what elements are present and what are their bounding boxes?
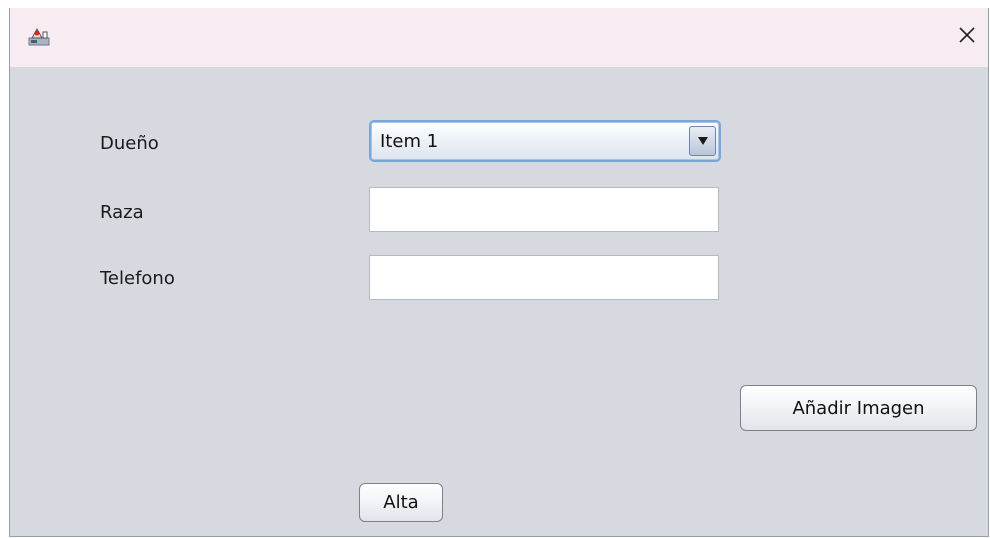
java-duke-icon [28,25,50,47]
owner-select[interactable]: Item 1 [369,120,721,162]
submit-button-label: Alta [383,492,419,513]
owner-select-value: Item 1 [380,131,439,152]
title-bar [10,8,988,67]
breed-field[interactable] [369,187,719,232]
close-icon [957,25,977,49]
close-button[interactable] [952,22,982,52]
submit-button[interactable]: Alta [359,483,443,522]
add-image-button[interactable]: Añadir Imagen [740,385,977,431]
owner-label: Dueño [100,133,159,154]
add-image-button-label: Añadir Imagen [792,397,925,419]
phone-label: Telefono [100,268,175,289]
phone-field[interactable] [369,255,719,300]
breed-label: Raza [100,202,144,223]
dialog-window: Dueño Item 1 Raza Telefono Añadir Imagen… [9,8,989,537]
chevron-down-icon[interactable] [689,126,716,156]
